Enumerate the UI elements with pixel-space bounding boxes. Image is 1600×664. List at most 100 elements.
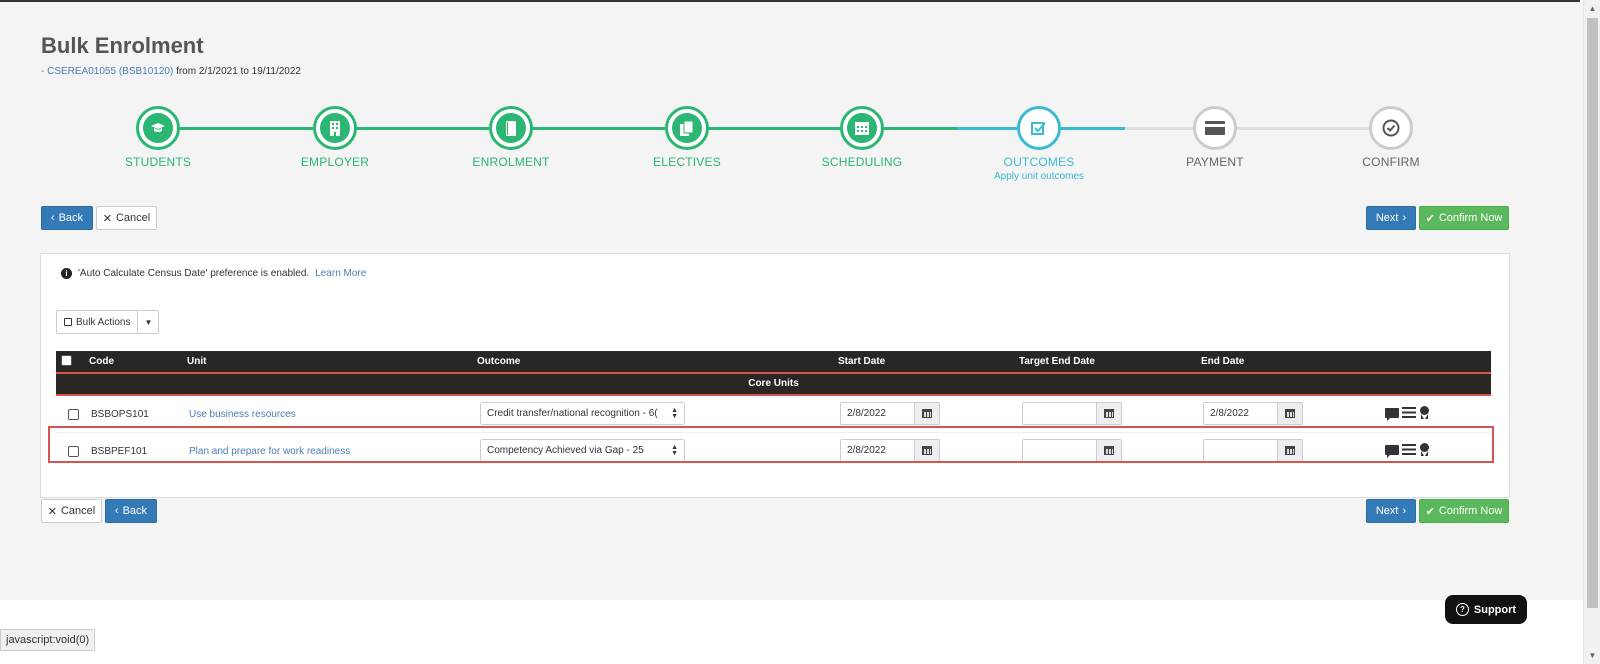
next-button-top[interactable]: Next › bbox=[1366, 206, 1416, 230]
enrolment-subtitle: - CSEREA01055 (BSB10120) from 2/1/2021 t… bbox=[41, 66, 301, 77]
table-row: BSBPEF101 Plan and prepare for work read… bbox=[56, 432, 1491, 470]
close-icon: ✕ bbox=[47, 505, 57, 518]
square-icon bbox=[64, 318, 72, 326]
step-students[interactable]: STUDENTS bbox=[98, 106, 218, 169]
confirm-now-button-top[interactable]: ✔ Confirm Now bbox=[1419, 206, 1509, 230]
building-icon bbox=[320, 113, 350, 143]
col-outcome: Outcome bbox=[477, 356, 521, 367]
confirm-now-button-bottom[interactable]: ✔ Confirm Now bbox=[1419, 499, 1509, 523]
target-end-date-field[interactable] bbox=[1022, 439, 1122, 462]
col-code: Code bbox=[89, 356, 114, 367]
step-scheduling[interactable]: SCHEDULING bbox=[802, 106, 922, 169]
date-range: from 2/1/2021 to 19/11/2022 bbox=[173, 66, 301, 77]
end-date-field[interactable]: 2/8/2022 bbox=[1203, 402, 1303, 425]
col-end-date: End Date bbox=[1201, 356, 1245, 367]
cancel-button-bottom[interactable]: ✕ Cancel bbox=[41, 499, 102, 523]
step-label: PAYMENT bbox=[1186, 155, 1244, 169]
comment-icon[interactable] bbox=[1385, 407, 1399, 421]
outcome-select[interactable]: Credit transfer/national recognition - 6… bbox=[480, 402, 685, 425]
census-notice: i 'Auto Calculate Census Date' preferenc… bbox=[61, 268, 366, 279]
group-core-units: Core Units bbox=[56, 372, 1491, 394]
page-title: Bulk Enrolment bbox=[41, 33, 204, 58]
credit-card-icon bbox=[1200, 113, 1230, 143]
calendar-icon[interactable] bbox=[1097, 403, 1121, 424]
step-outcomes[interactable]: OUTCOMES Apply unit outcomes bbox=[979, 106, 1099, 182]
outcome-select[interactable]: Competency Achieved via Gap - 25 ▲ ▼ bbox=[480, 439, 685, 462]
award-icon[interactable] bbox=[1419, 406, 1430, 419]
browser-status-bar: javascript:void(0) bbox=[0, 629, 96, 651]
start-date-field[interactable]: 2/8/2022 bbox=[840, 439, 940, 462]
notice-text: 'Auto Calculate Census Date' preference … bbox=[78, 268, 310, 279]
chevron-right-icon: › bbox=[1402, 212, 1407, 224]
outcomes-panel: i 'Auto Calculate Census Date' preferenc… bbox=[40, 253, 1510, 498]
step-label: SCHEDULING bbox=[821, 155, 903, 169]
calendar-icon[interactable] bbox=[1097, 440, 1121, 461]
book-icon bbox=[496, 113, 526, 143]
step-label: EMPLOYER bbox=[300, 155, 370, 169]
question-icon: ? bbox=[1455, 603, 1469, 616]
start-date-field[interactable]: 2/8/2022 bbox=[840, 402, 940, 425]
comment-icon[interactable] bbox=[1385, 444, 1399, 458]
col-unit: Unit bbox=[187, 356, 207, 367]
graduation-cap-icon bbox=[143, 113, 173, 143]
scroll-up-arrow-icon[interactable]: ▲ bbox=[1584, 0, 1600, 17]
award-icon[interactable] bbox=[1419, 443, 1430, 456]
step-enrolment[interactable]: ENROLMENT bbox=[451, 106, 571, 169]
step-confirm[interactable]: CONFIRM bbox=[1331, 106, 1451, 169]
step-label: ENROLMENT bbox=[472, 155, 550, 169]
info-icon: i bbox=[61, 268, 72, 279]
chevron-left-icon: ‹ bbox=[114, 505, 119, 517]
calendar-icon[interactable] bbox=[915, 403, 939, 424]
calendar-icon[interactable] bbox=[1278, 403, 1302, 424]
list-icon[interactable] bbox=[1402, 444, 1416, 455]
caret-down-icon[interactable]: ▼ bbox=[138, 311, 158, 333]
step-label: CONFIRM bbox=[1362, 155, 1420, 169]
unit-code: BSBPEF101 bbox=[91, 446, 148, 457]
check-circle-icon bbox=[1376, 113, 1406, 143]
row-checkbox[interactable] bbox=[68, 446, 79, 457]
calendar-icon bbox=[847, 113, 877, 143]
step-label: ELECTIVES bbox=[653, 155, 721, 169]
end-date-field[interactable] bbox=[1203, 439, 1303, 462]
back-button-top[interactable]: ‹ Back bbox=[41, 206, 93, 230]
next-button-bottom[interactable]: Next › bbox=[1366, 499, 1416, 523]
list-icon[interactable] bbox=[1402, 407, 1416, 418]
scroll-down-arrow-icon[interactable]: ▼ bbox=[1584, 647, 1600, 664]
course-link[interactable]: - CSEREA01055 (BSB10120) bbox=[41, 66, 173, 77]
table-row: BSBOPS101 Use business resources Credit … bbox=[56, 394, 1491, 432]
select-all-checkbox[interactable] bbox=[61, 355, 72, 366]
unit-name-link[interactable]: Plan and prepare for work readiness bbox=[189, 446, 350, 457]
col-start-date: Start Date bbox=[838, 356, 886, 367]
calendar-icon[interactable] bbox=[915, 440, 939, 461]
check-icon: ✔ bbox=[1425, 212, 1435, 225]
bulk-actions-button[interactable]: Bulk Actions bbox=[57, 311, 139, 333]
step-sub-label: Apply unit outcomes bbox=[993, 171, 1085, 182]
step-payment[interactable]: PAYMENT bbox=[1155, 106, 1275, 169]
units-table: Code Unit Outcome Start Date Target End … bbox=[56, 351, 1491, 470]
unit-name-link[interactable]: Use business resources bbox=[189, 409, 296, 420]
bulk-actions-dropdown[interactable]: Bulk Actions ▼ bbox=[56, 310, 160, 334]
target-end-date-field[interactable] bbox=[1022, 402, 1122, 425]
check-square-icon bbox=[1024, 113, 1054, 143]
learn-more-link[interactable]: Learn More bbox=[315, 268, 366, 279]
table-header: Code Unit Outcome Start Date Target End … bbox=[56, 351, 1491, 372]
step-label: OUTCOMES bbox=[1003, 155, 1075, 169]
scrollbar-thumb[interactable] bbox=[1587, 18, 1598, 608]
unit-code: BSBOPS101 bbox=[91, 409, 149, 420]
vertical-scrollbar[interactable]: ▲ ▼ bbox=[1583, 0, 1600, 664]
back-button-bottom[interactable]: ‹ Back bbox=[105, 499, 157, 523]
check-icon: ✔ bbox=[1425, 505, 1435, 518]
copy-icon bbox=[672, 113, 702, 143]
support-button[interactable]: ? Support bbox=[1445, 595, 1527, 624]
cancel-button-top[interactable]: ✕ Cancel bbox=[96, 206, 157, 230]
calendar-icon[interactable] bbox=[1278, 440, 1302, 461]
sort-arrows-icon: ▲ ▼ bbox=[671, 443, 678, 457]
row-checkbox[interactable] bbox=[68, 409, 79, 420]
wizard-stepper: STUDENTS EMPLOYER ENROLMENT ELECTIVES SC… bbox=[0, 100, 1600, 190]
step-electives[interactable]: ELECTIVES bbox=[627, 106, 747, 169]
sort-arrows-icon: ▲ ▼ bbox=[671, 406, 678, 420]
chevron-left-icon: ‹ bbox=[50, 212, 55, 224]
close-icon: ✕ bbox=[102, 212, 112, 225]
step-label: STUDENTS bbox=[124, 155, 192, 169]
step-employer[interactable]: EMPLOYER bbox=[275, 106, 395, 169]
